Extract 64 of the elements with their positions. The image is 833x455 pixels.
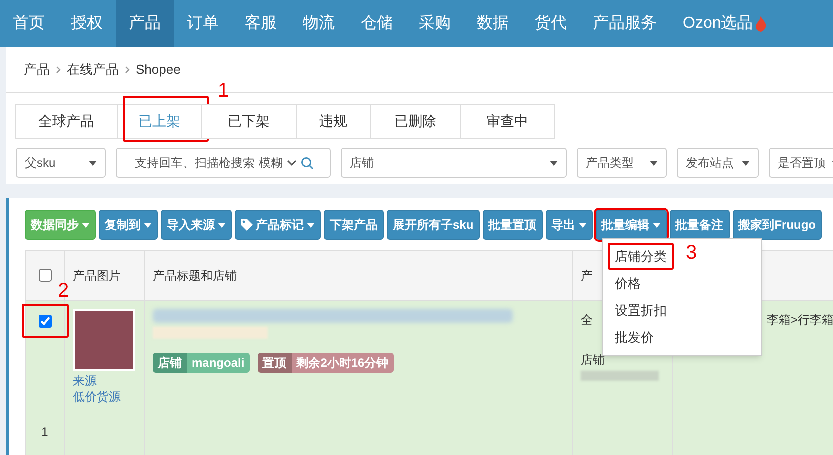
menu-item[interactable]: 批发价	[608, 324, 661, 351]
toolbar-button[interactable]: 复制到	[99, 210, 158, 240]
chevron-icon	[125, 66, 130, 74]
search-icon[interactable]	[301, 156, 314, 170]
select-field[interactable]: 产品类型	[577, 148, 667, 178]
highlight-frame	[22, 304, 69, 338]
menu-item[interactable]: 店铺分类	[608, 243, 674, 270]
toolbar-button[interactable]: 数据同步	[25, 210, 96, 240]
table-cell-text: 店铺	[581, 352, 606, 369]
toolbar-button[interactable]: 展开所有子sku	[387, 210, 480, 240]
badge-value: 剩余2小时16分钟	[292, 353, 394, 373]
fire-icon	[755, 16, 768, 32]
nav-item[interactable]: 产品	[116, 0, 174, 47]
toolbar-button[interactable]: 批量备注	[670, 210, 730, 240]
badge-label: 店铺	[153, 353, 187, 373]
source-link[interactable]: 低价货源	[73, 389, 136, 405]
select-value: 是否置顶	[778, 155, 826, 172]
annotation-number: 3	[686, 242, 698, 264]
search-field[interactable]: 支持回车、扫描枪搜索	[125, 154, 255, 172]
select-field[interactable]: 发布站点	[677, 148, 759, 178]
toolbar-button[interactable]: 导出	[546, 210, 593, 240]
search-bar[interactable]: 支持回车、扫描枪搜索 模糊	[116, 148, 331, 178]
select-value: 父sku	[25, 155, 56, 172]
chevron-icon	[287, 160, 297, 166]
select-field[interactable]: 父sku	[16, 148, 106, 178]
select-field[interactable]: 店铺	[341, 148, 567, 178]
tab[interactable]: 已上架	[117, 104, 202, 139]
toolbar-button[interactable]: 搬家到Fruugo	[732, 210, 822, 240]
tab[interactable]: 审查中	[460, 104, 555, 139]
select-value: 产品类型	[586, 155, 634, 172]
select-value: 发布站点	[686, 155, 734, 172]
toolbar-button[interactable]: 导入来源	[161, 210, 232, 240]
badge-label: 置顶	[258, 353, 292, 373]
table-cell-text: 全	[581, 312, 594, 329]
tab[interactable]: 全球产品	[15, 104, 118, 139]
caret-icon	[650, 160, 658, 166]
breadcrumb-link[interactable]: 产品	[24, 60, 50, 80]
toolbar-button[interactable]: 下架产品	[324, 210, 384, 240]
source-label: 来源	[73, 373, 98, 389]
breadcrumb-link[interactable]: 在线产品	[67, 60, 119, 80]
tab[interactable]: 已下架	[201, 104, 297, 139]
photo-placeholder	[73, 309, 135, 371]
tag-icon	[241, 219, 253, 231]
table-cell: 李箱>行李箱	[767, 313, 833, 327]
tab[interactable]: 违规	[296, 104, 371, 139]
row-checkbox[interactable]	[38, 315, 52, 328]
header-cell: 产品标题和店铺	[145, 251, 573, 300]
tab[interactable]: 已删除	[370, 104, 461, 139]
caret-icon	[742, 160, 750, 166]
badge-value: mangoali	[187, 353, 250, 373]
select-field[interactable]: 是否置顶	[769, 148, 833, 178]
caret-icon	[89, 160, 97, 166]
breadcrumb-link[interactable]: Shopee	[136, 60, 181, 80]
select-value: 店铺	[350, 155, 374, 172]
menu-item[interactable]: 价格	[608, 270, 648, 297]
toolbar-button[interactable]: 批量编辑	[596, 210, 667, 240]
select-all-checkbox[interactable]	[38, 269, 52, 282]
mode-select[interactable]: 模糊	[259, 154, 283, 172]
caret-icon	[550, 160, 558, 166]
row-number: 1	[42, 424, 48, 441]
toolbar-button[interactable]: 产品标记	[235, 210, 321, 240]
annotation-number: 1	[218, 80, 230, 102]
chevron-icon	[56, 66, 61, 74]
toolbar-button[interactable]: 批量置顶	[482, 210, 543, 240]
